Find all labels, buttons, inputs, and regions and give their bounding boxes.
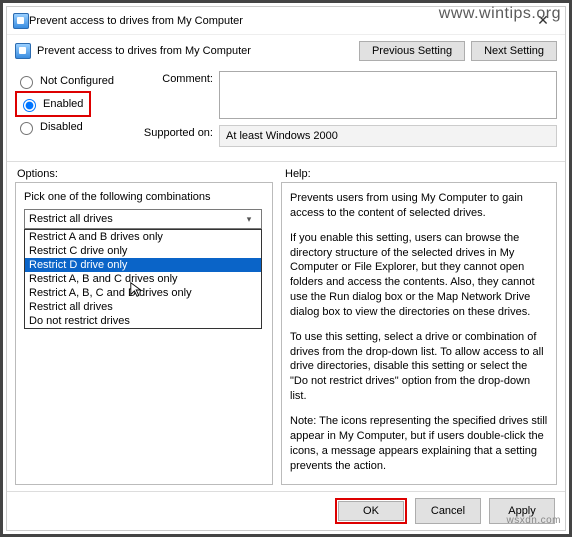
comment-label: Comment: [133,71,213,119]
options-label: Options: [17,168,275,180]
radio-not-configured[interactable]: Not Configured [15,71,125,91]
options-pane: Pick one of the following combinations R… [15,182,273,485]
chevron-down-icon: ▾ [241,214,257,225]
help-pane: Prevents users from using My Computer to… [281,182,557,485]
next-setting-button[interactable]: Next Setting [471,41,557,61]
policy-icon [15,43,31,59]
combo-item[interactable]: Restrict A, B, C and D drives only [25,286,261,300]
state-radios: Not Configured Enabled Disabled [15,71,125,153]
help-text: Prevents users from using My Computer to… [290,191,548,221]
supported-label: Supported on: [133,125,213,147]
supported-value: At least Windows 2000 [219,125,557,147]
combo-item[interactable]: Restrict all drives [25,300,261,314]
combo-dropdown[interactable]: Restrict A and B drives onlyRestrict C d… [24,229,262,329]
radio-label: Enabled [43,98,83,110]
drives-combo[interactable]: Restrict all drives ▾ Restrict A and B d… [24,209,262,229]
pane-labels: Options: Help: [7,162,565,182]
header-row: Prevent access to drives from My Compute… [7,35,565,67]
footer: OK Cancel Apply [7,491,565,530]
previous-setting-button[interactable]: Previous Setting [359,41,465,61]
radio-label: Not Configured [40,75,114,87]
combo-item[interactable]: Restrict A, B and C drives only [25,272,261,286]
radio-input[interactable] [20,76,33,89]
cancel-button[interactable]: Cancel [415,498,481,524]
comment-textarea[interactable] [219,71,557,119]
close-button[interactable]: ✕ [527,12,559,29]
radio-input[interactable] [23,99,36,112]
help-text: Note: The icons representing the specifi… [290,414,548,473]
radio-disabled[interactable]: Disabled [15,117,125,137]
dialog-window: Prevent access to drives from My Compute… [6,6,566,531]
combo-selected-text: Restrict all drives [29,213,241,225]
help-text: If you enable this setting, users can br… [290,231,548,320]
radio-enabled[interactable]: Enabled [18,94,83,114]
policy-name: Prevent access to drives from My Compute… [37,45,251,57]
apply-button[interactable]: Apply [489,498,555,524]
window-title: Prevent access to drives from My Compute… [29,15,527,27]
help-text: Also, this setting does not prevent user… [290,483,548,485]
combo-selected[interactable]: Restrict all drives ▾ [24,209,262,229]
help-label: Help: [285,168,311,180]
config-section: Not Configured Enabled Disabled Comment:… [7,67,565,162]
combo-item[interactable]: Restrict C drive only [25,244,261,258]
combo-item[interactable]: Restrict D drive only [25,258,261,272]
options-prompt: Pick one of the following combinations [24,191,264,203]
ok-button[interactable]: OK [338,501,404,521]
radio-input[interactable] [20,122,33,135]
title-bar: Prevent access to drives from My Compute… [7,7,565,35]
policy-icon [13,13,29,29]
combo-item[interactable]: Restrict A and B drives only [25,230,261,244]
panes: Pick one of the following combinations R… [7,182,565,491]
combo-item[interactable]: Do not restrict drives [25,314,261,328]
radio-label: Disabled [40,121,83,133]
help-text: To use this setting, select a drive or c… [290,330,548,404]
